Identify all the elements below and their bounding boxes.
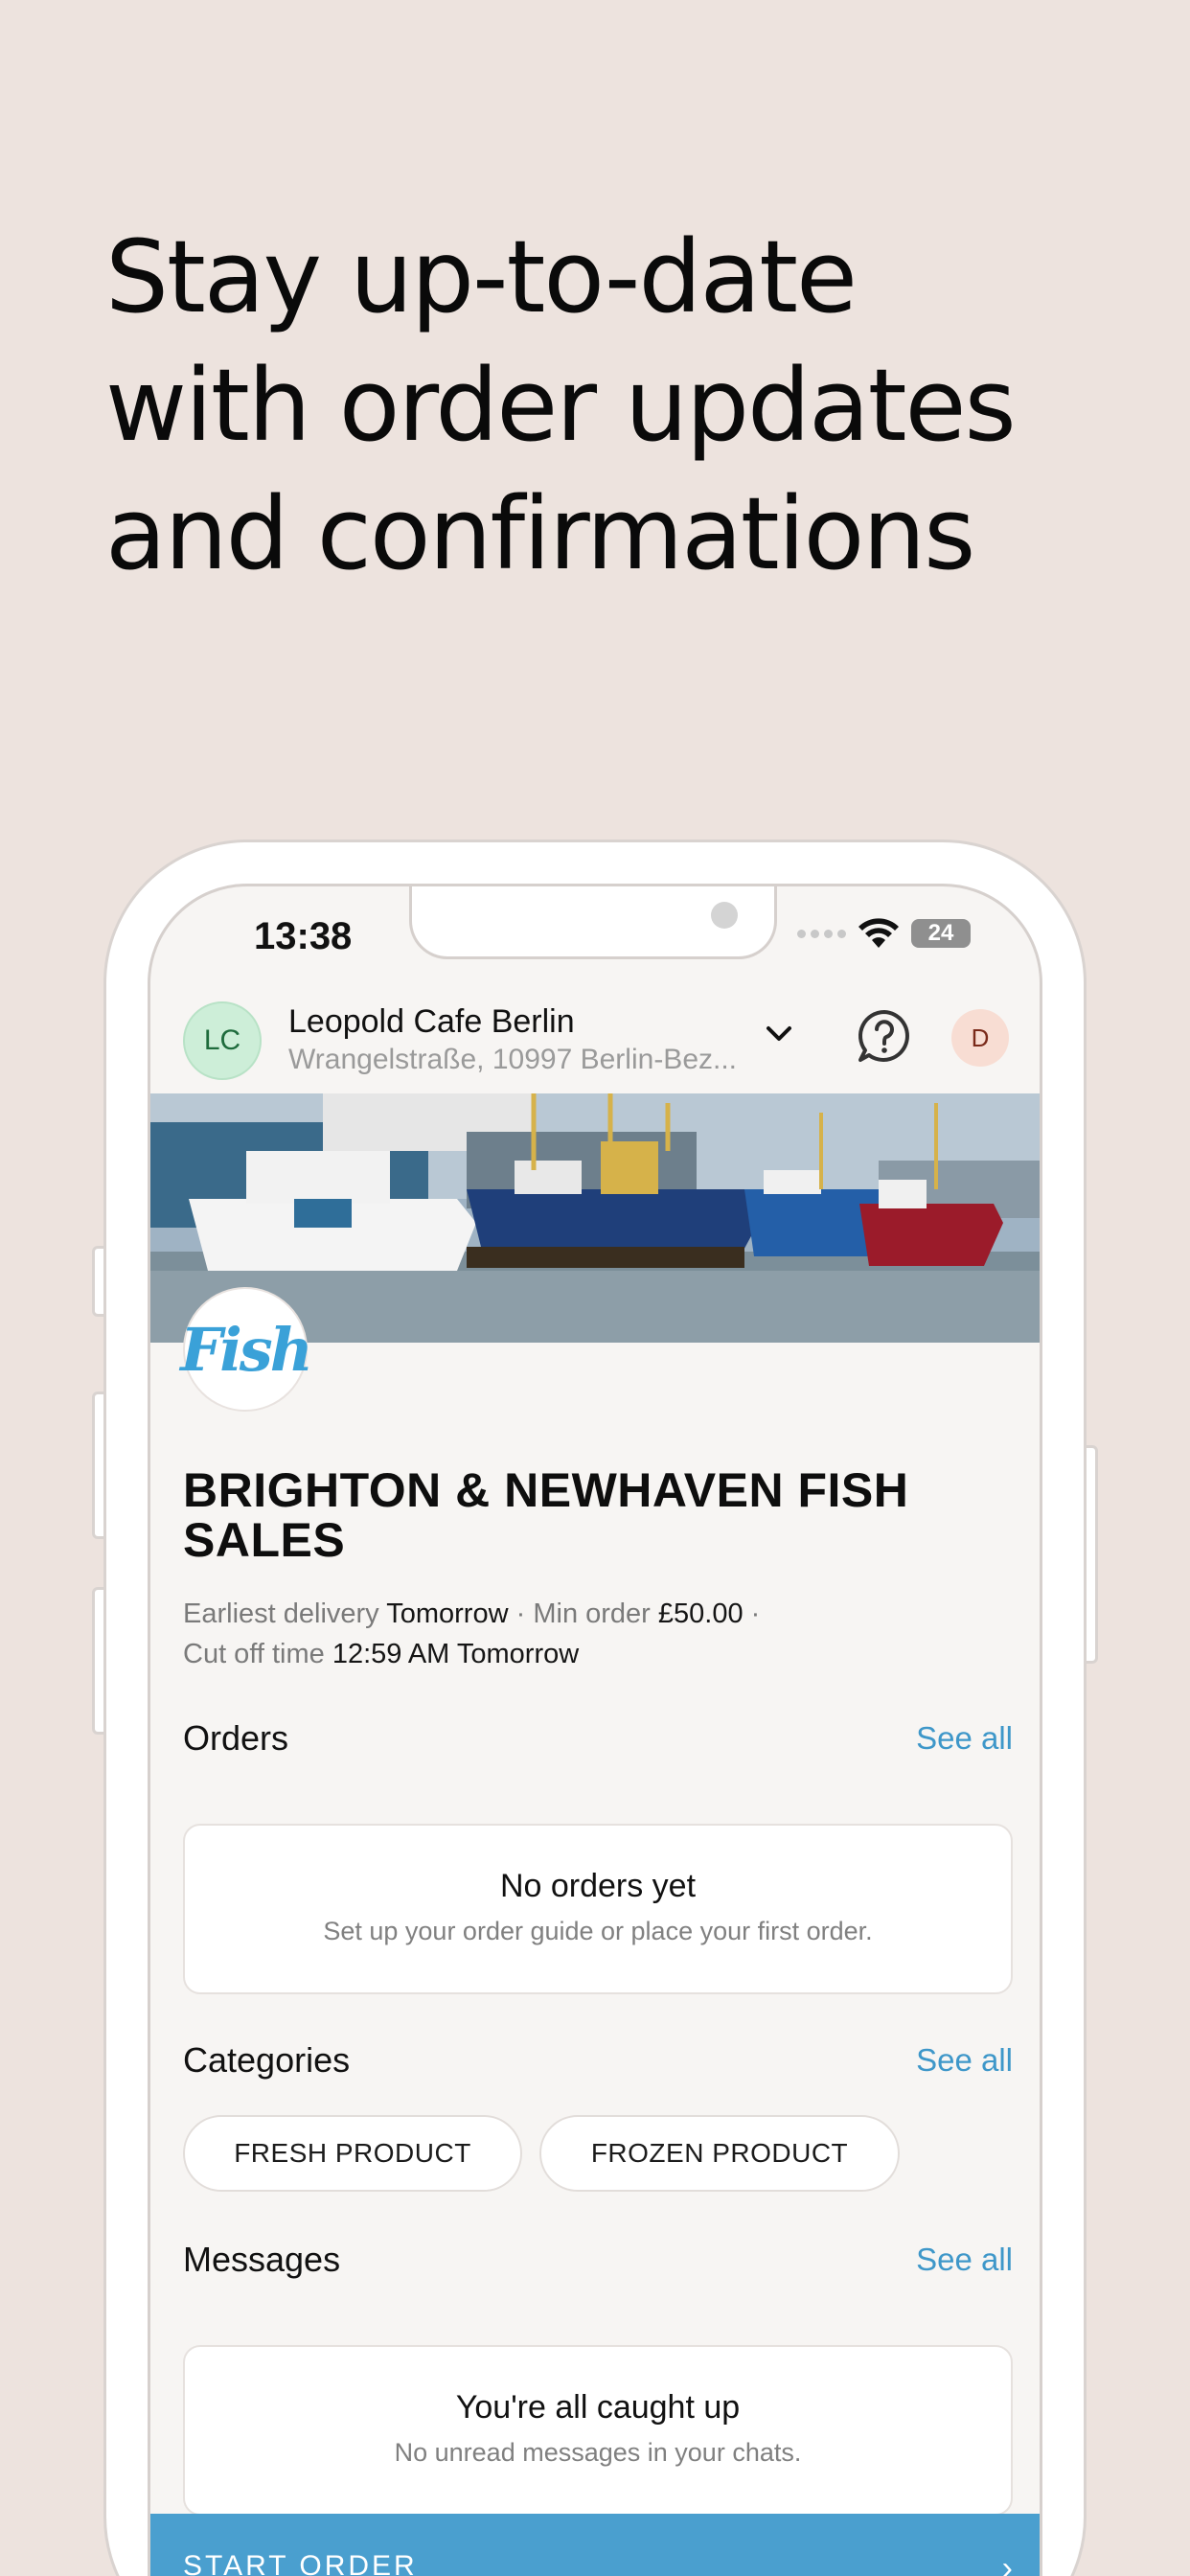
messages-title: Messages	[183, 2240, 341, 2279]
headline: Stay up-to-date with order updates and c…	[105, 213, 1102, 598]
category-chip-frozen-product[interactable]: FROZEN PRODUCT	[539, 2115, 900, 2192]
headline-line-3: and confirmations	[105, 475, 975, 592]
venue-address: Wrangelstraße, 10997 Berlin-Bez...	[288, 1044, 738, 1075]
user-avatar[interactable]: D	[951, 1009, 1009, 1067]
messages-empty-title: You're all caught up	[455, 2389, 741, 2426]
messages-empty-card: You're all caught up No unread messages …	[183, 2345, 1013, 2516]
camera-icon	[711, 902, 738, 929]
orders-empty-subtitle: Set up your order guide or place your fi…	[323, 1917, 873, 1945]
messages-section-header: Messages See all	[183, 2240, 1013, 2288]
venue-name[interactable]: Leopold Cafe Berlin	[288, 1003, 575, 1041]
orders-see-all-link[interactable]: See all	[916, 1720, 1013, 1757]
start-order-button[interactable]: START ORDER ›	[150, 2514, 1040, 2576]
supplier-meta: Earliest delivery Tomorrow · Min order £…	[183, 1594, 1007, 1674]
phone-notch	[409, 886, 777, 959]
app-store-screenshot: Stay up-to-date with order updates and c…	[0, 0, 1190, 2576]
status-time: 13:38	[254, 915, 353, 957]
categories-see-all-link[interactable]: See all	[916, 2042, 1013, 2079]
categories-section-header: Categories See all	[183, 2040, 1013, 2088]
min-order-label: Min order	[533, 1598, 651, 1629]
messages-empty-subtitle: No unread messages in your chats.	[394, 2438, 802, 2467]
venue-avatar: LC	[183, 1001, 262, 1080]
chevron-down-icon[interactable]	[760, 1015, 798, 1053]
wifi-icon	[858, 918, 899, 948]
orders-title: Orders	[183, 1718, 289, 1758]
orders-empty-card: No orders yet Set up your order guide or…	[183, 1824, 1013, 1994]
supplier-logo: Fish	[180, 1287, 313, 1412]
help-icon[interactable]	[856, 1007, 913, 1065]
cellular-signal-icon	[797, 929, 846, 938]
venue-header: LC Leopold Cafe Berlin Wrangelstraße, 10…	[150, 992, 1040, 1092]
earliest-delivery-value: Tomorrow	[386, 1598, 509, 1629]
meta-separator: ·	[515, 1598, 526, 1629]
battery-icon: 24	[911, 919, 971, 948]
cutoff-value: 12:59 AM Tomorrow	[332, 1639, 580, 1669]
min-order-value: £50.00	[657, 1598, 744, 1629]
start-order-label: START ORDER	[183, 2550, 418, 2576]
chevron-right-icon: ›	[1001, 2550, 1013, 2576]
status-indicators: 24	[797, 917, 971, 950]
meta-separator: ·	[750, 1598, 761, 1629]
phone-screen: 13:38 24 LC Leopold Cafe Berlin Wrangels…	[148, 884, 1042, 2576]
categories-title: Categories	[183, 2040, 351, 2080]
orders-empty-title: No orders yet	[499, 1868, 697, 1904]
category-chip-fresh-product[interactable]: FRESH PRODUCT	[183, 2115, 522, 2192]
earliest-delivery-label: Earliest delivery	[183, 1598, 379, 1629]
headline-line-2: with order updates	[105, 347, 1017, 464]
headline-line-1: Stay up-to-date	[105, 218, 858, 335]
cutoff-label: Cut off time	[183, 1639, 325, 1669]
messages-see-all-link[interactable]: See all	[916, 2242, 1013, 2278]
supplier-name: BRIGHTON & NEWHAVEN FISH SALES	[183, 1463, 909, 1567]
orders-section-header: Orders See all	[183, 1718, 1013, 1766]
